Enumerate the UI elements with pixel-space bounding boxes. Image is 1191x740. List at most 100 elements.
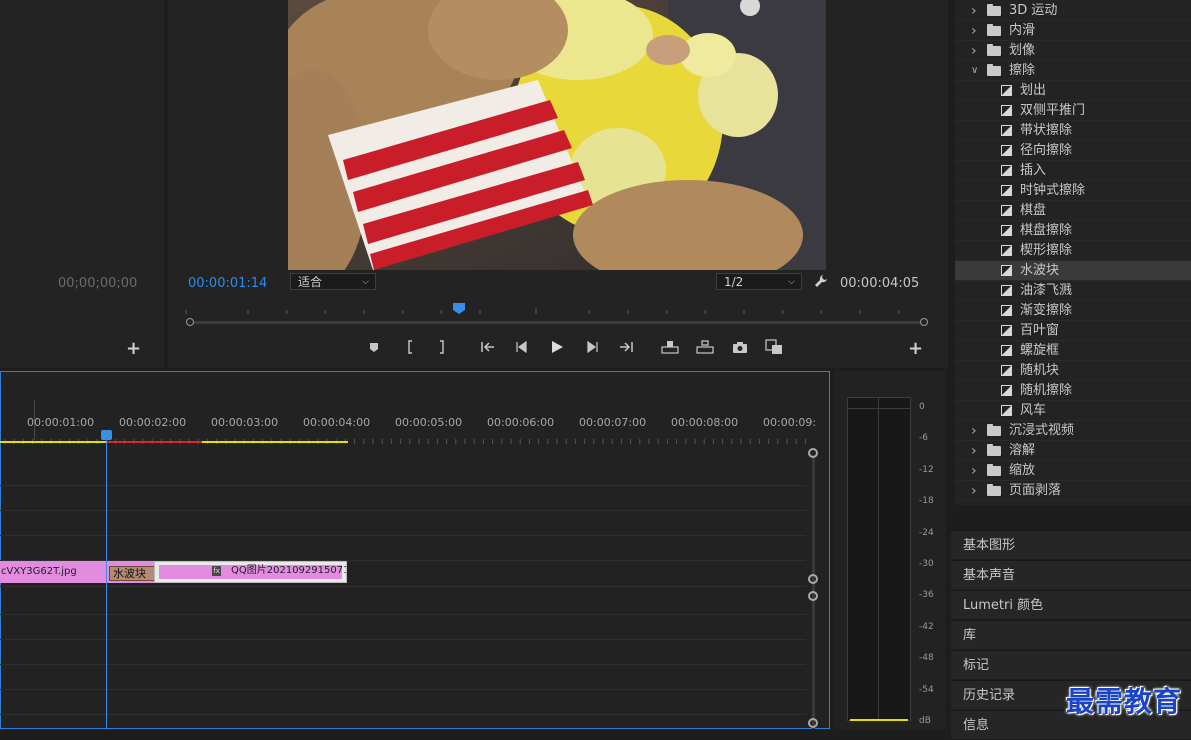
chevron-right-icon[interactable]: › bbox=[971, 421, 977, 441]
effects-item[interactable]: 棋盘擦除 bbox=[955, 221, 1191, 241]
effects-folder[interactable]: › 3D 运动 bbox=[955, 1, 1191, 21]
transition-icon bbox=[1001, 85, 1012, 96]
clip-2-label: QQ图片20210929150719. bbox=[231, 565, 347, 576]
effects-item-label: 水波块 bbox=[1020, 263, 1060, 278]
lift-icon[interactable] bbox=[660, 338, 680, 356]
transition-icon bbox=[1001, 405, 1012, 416]
side-panel-tab[interactable]: Lumetri 颜色 bbox=[951, 590, 1191, 619]
step-forward-icon[interactable] bbox=[582, 338, 602, 356]
comparison-icon[interactable] bbox=[764, 338, 784, 356]
effects-folder[interactable]: › 内滑 bbox=[955, 21, 1191, 41]
db-label: -12 bbox=[919, 464, 934, 475]
chevron-right-icon[interactable]: › bbox=[971, 21, 977, 41]
source-monitor-panel bbox=[0, 0, 164, 368]
effects-folder[interactable]: › 沉浸式视频 bbox=[955, 421, 1191, 441]
track-divider bbox=[0, 510, 806, 511]
scrub-start-handle[interactable] bbox=[186, 318, 194, 326]
track-divider bbox=[0, 639, 806, 640]
scrub-end-handle[interactable] bbox=[920, 318, 928, 326]
side-panel-tab[interactable]: 基本图形 bbox=[951, 530, 1191, 559]
effects-folder-label: 沉浸式视频 bbox=[1009, 423, 1075, 438]
transition-icon bbox=[1001, 185, 1012, 196]
chevron-right-icon[interactable]: › bbox=[971, 1, 977, 21]
effects-item[interactable]: 水波块 bbox=[955, 261, 1191, 281]
effects-item-label: 双侧平推门 bbox=[1020, 103, 1086, 118]
timeline-ruler[interactable]: 00:00:01:00 00:00:02:00 00:00:03:00 00:00:0… bbox=[0, 412, 816, 432]
effects-item[interactable]: 双侧平推门 bbox=[955, 101, 1191, 121]
effects-item-label: 带状擦除 bbox=[1020, 123, 1073, 138]
resolution-dropdown[interactable]: 1/2 ⌵ bbox=[716, 273, 802, 290]
program-current-timecode[interactable]: 00:00:01:14 bbox=[188, 276, 267, 291]
effects-item[interactable]: 百叶窗 bbox=[955, 321, 1191, 341]
effects-item[interactable]: 棋盘 bbox=[955, 201, 1191, 221]
effects-item[interactable]: 随机块 bbox=[955, 361, 1191, 381]
chevron-right-icon[interactable]: › bbox=[971, 441, 977, 461]
fit-dropdown[interactable]: 适合 ⌵ bbox=[290, 273, 376, 290]
effects-item-label: 油漆飞溅 bbox=[1020, 283, 1073, 298]
db-label: -42 bbox=[919, 621, 934, 632]
chevron-right-icon[interactable]: › bbox=[971, 41, 977, 61]
effects-item-label: 楔形擦除 bbox=[1020, 243, 1073, 258]
effects-item-label: 百叶窗 bbox=[1020, 323, 1060, 338]
in-point-icon[interactable] bbox=[400, 338, 420, 356]
effects-item[interactable]: 楔形擦除 bbox=[955, 241, 1191, 261]
effects-folder-label: 页面剥落 bbox=[1009, 483, 1062, 498]
chevron-down-icon[interactable]: ∨ bbox=[971, 61, 978, 81]
transition-icon bbox=[1001, 265, 1012, 276]
scroll-handle-bottom[interactable] bbox=[808, 718, 818, 728]
marker-icon[interactable] bbox=[364, 338, 384, 356]
timeline-playhead-line bbox=[106, 432, 107, 729]
source-add-button[interactable]: + bbox=[126, 340, 141, 358]
effects-item[interactable]: 油漆飞溅 bbox=[955, 281, 1191, 301]
go-to-in-icon[interactable] bbox=[478, 338, 498, 356]
effects-folder[interactable]: ∨ 擦除 bbox=[955, 61, 1191, 81]
db-label: -18 bbox=[919, 496, 934, 507]
effects-item[interactable]: 径向擦除 bbox=[955, 141, 1191, 161]
transition-icon bbox=[1001, 325, 1012, 336]
clip-1-label: cVXY3G62T.jpg bbox=[1, 566, 77, 577]
effects-item-label: 插入 bbox=[1020, 163, 1047, 178]
chevron-right-icon[interactable]: › bbox=[971, 481, 977, 501]
step-back-icon[interactable] bbox=[512, 338, 532, 356]
effects-item[interactable]: 随机擦除 bbox=[955, 381, 1191, 401]
scroll-handle-top[interactable] bbox=[808, 448, 818, 458]
db-label: dB bbox=[919, 716, 931, 726]
transition-label: 水波块 bbox=[113, 567, 146, 580]
effects-item[interactable]: 渐变擦除 bbox=[955, 301, 1191, 321]
audio-meter bbox=[847, 397, 911, 722]
program-scrub-bar[interactable] bbox=[186, 318, 928, 326]
out-point-icon[interactable] bbox=[432, 338, 452, 356]
side-panel-tab[interactable]: 库 bbox=[951, 620, 1191, 649]
ruler-label: 00:00:09: bbox=[763, 416, 817, 429]
extract-icon[interactable] bbox=[695, 338, 715, 356]
effects-folder[interactable]: › 缩放 bbox=[955, 461, 1191, 481]
program-add-button[interactable]: + bbox=[908, 340, 923, 358]
go-to-out-icon[interactable] bbox=[616, 338, 636, 356]
scroll-handle-mid[interactable] bbox=[808, 574, 818, 584]
clip-image-2[interactable]: fx QQ图片20210929150719. bbox=[154, 561, 347, 583]
effects-item-label: 随机擦除 bbox=[1020, 383, 1073, 398]
wrench-icon[interactable] bbox=[814, 274, 828, 291]
effects-folder[interactable]: › 划像 bbox=[955, 41, 1191, 61]
effects-folder[interactable]: › 溶解 bbox=[955, 441, 1191, 461]
play-icon[interactable] bbox=[547, 338, 567, 356]
effects-folder[interactable]: › 页面剥落 bbox=[955, 481, 1191, 501]
effects-item[interactable]: 风车 bbox=[955, 401, 1191, 421]
side-panel-tab[interactable]: 标记 bbox=[951, 650, 1191, 679]
side-panel-tab[interactable]: 基本声音 bbox=[951, 560, 1191, 589]
effects-item[interactable]: 划出 bbox=[955, 81, 1191, 101]
timeline-playhead-handle[interactable] bbox=[101, 430, 112, 440]
source-timecode[interactable]: 00;00;00;00 bbox=[58, 276, 137, 291]
transition-icon bbox=[1001, 105, 1012, 116]
effects-item[interactable]: 带状擦除 bbox=[955, 121, 1191, 141]
effects-folder-label: 3D 运动 bbox=[1009, 3, 1058, 18]
effects-item[interactable]: 时钟式擦除 bbox=[955, 181, 1191, 201]
program-duration-timecode: 00:00:04:05 bbox=[840, 276, 920, 291]
render-bar-red bbox=[106, 441, 202, 443]
effects-item[interactable]: 插入 bbox=[955, 161, 1191, 181]
program-mini-ruler[interactable] bbox=[182, 300, 930, 314]
chevron-right-icon[interactable]: › bbox=[971, 461, 977, 481]
scroll-handle-mid2[interactable] bbox=[808, 591, 818, 601]
effects-item[interactable]: 螺旋框 bbox=[955, 341, 1191, 361]
camera-icon[interactable] bbox=[730, 338, 750, 356]
